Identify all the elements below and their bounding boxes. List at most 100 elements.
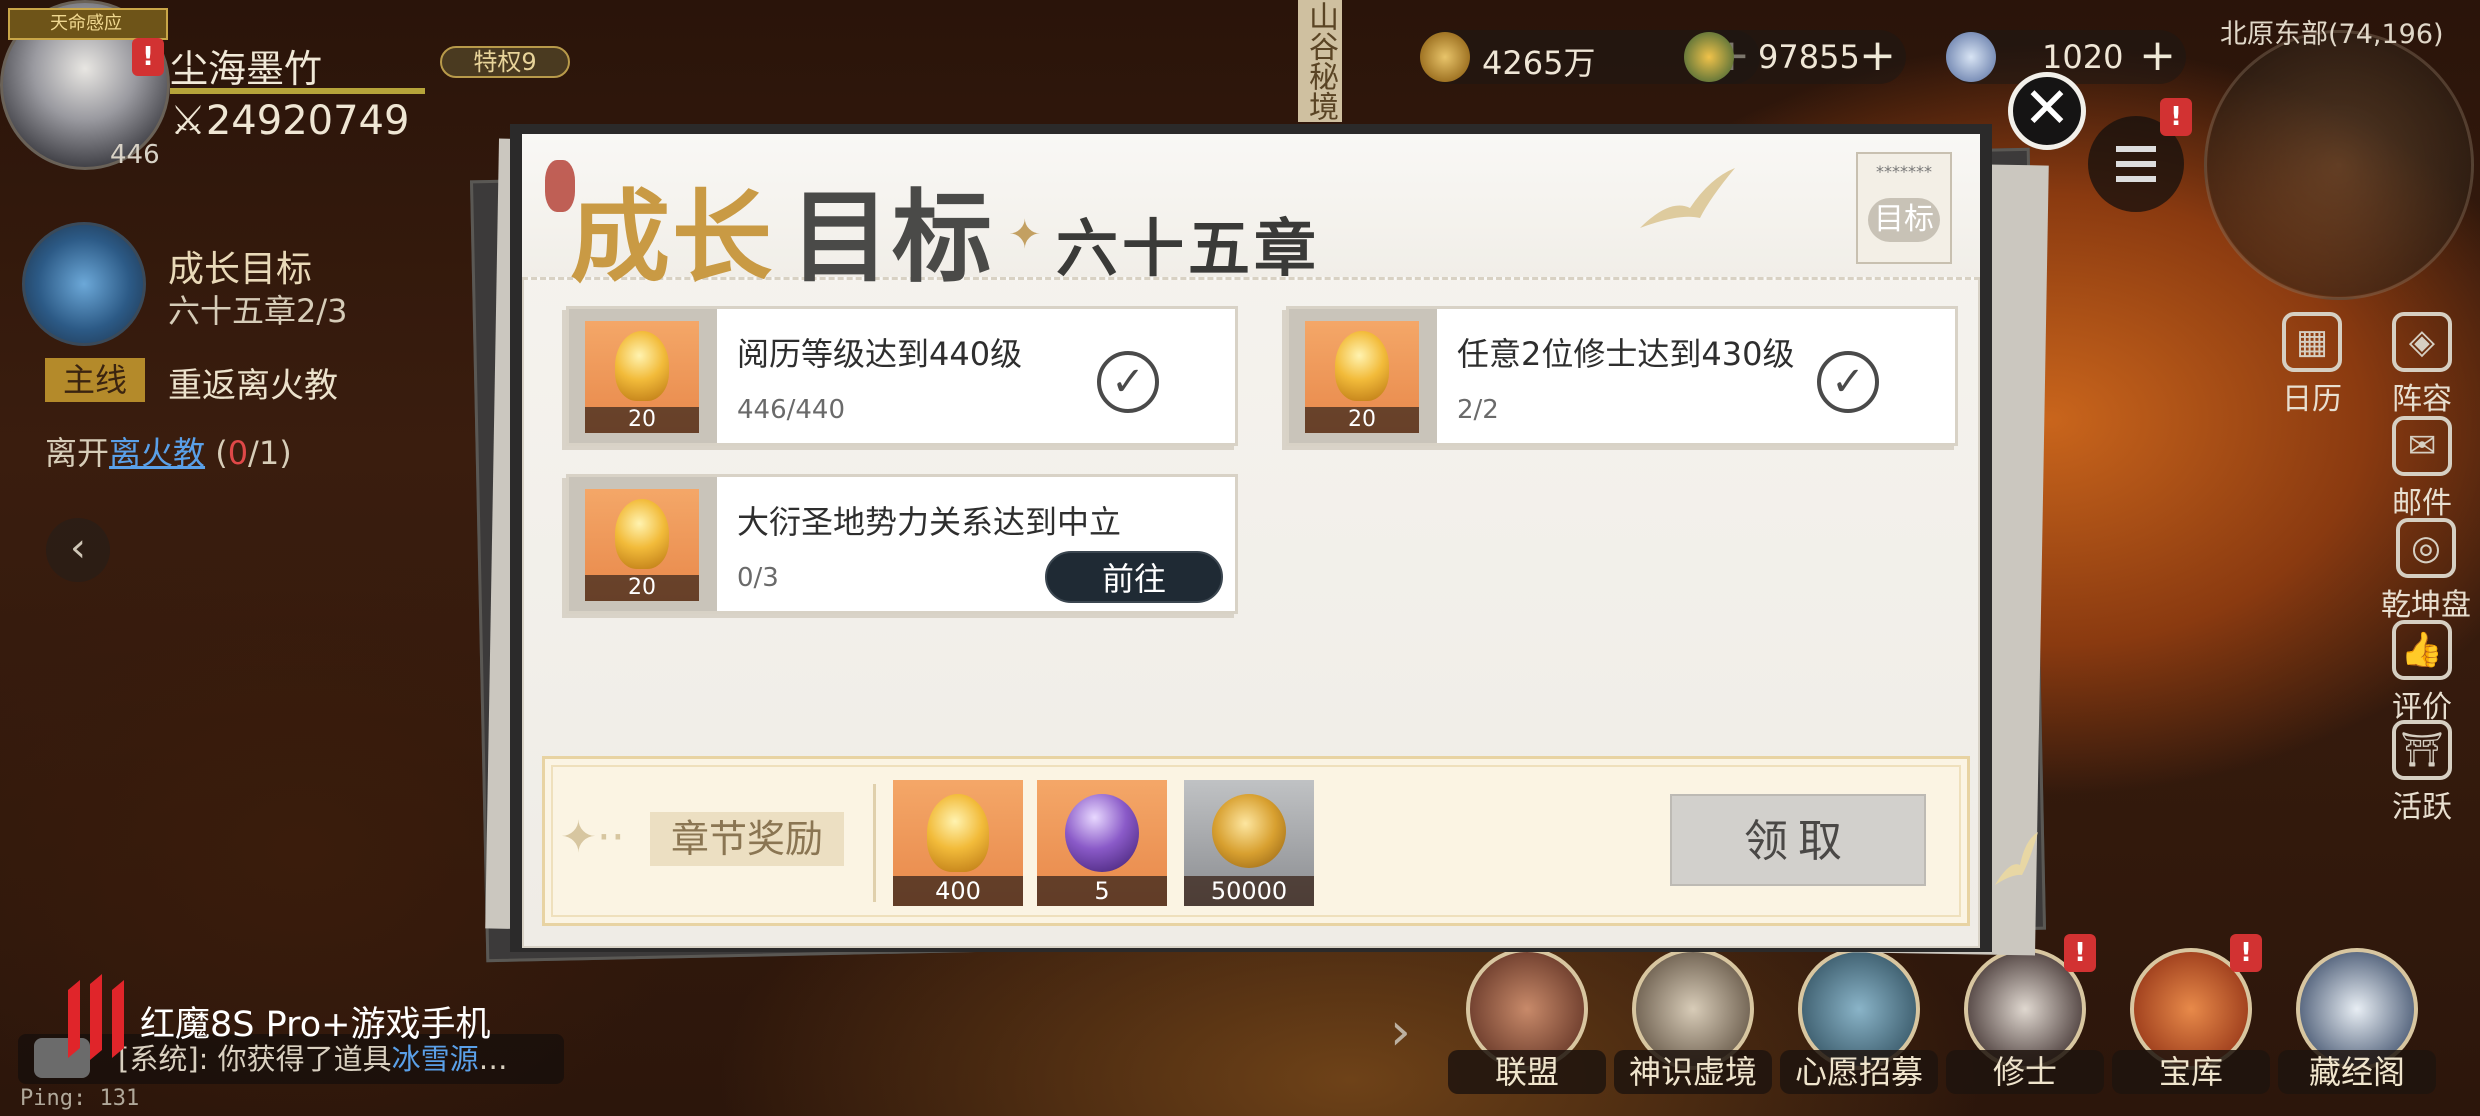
bottom-btn-label: 宝库 — [2112, 1050, 2270, 1094]
bottom-btn-wish-recruit[interactable]: 心愿招募 — [1780, 948, 1938, 1094]
side-btn-label: 阵容 — [2392, 382, 2452, 417]
objective-count-rest: /1) — [248, 434, 292, 472]
golden-bird-icon — [1995, 832, 2038, 885]
objective-prefix: 离开 — [45, 434, 110, 472]
privilege-badge[interactable]: 特权9 — [440, 46, 570, 78]
sparkle-icon: ✦ — [1008, 212, 1042, 258]
chat-ellipsis: … — [478, 1042, 508, 1076]
task-reward-item[interactable]: 20 — [1305, 321, 1419, 433]
task-progress: 2/2 — [1457, 395, 1499, 425]
side-btn-mail[interactable]: ✉ 邮件 — [2372, 416, 2472, 522]
golden-feather-icon — [615, 499, 669, 569]
reward-qty: 20 — [1305, 407, 1419, 433]
formation-icon: ◈ — [2392, 312, 2452, 372]
side-btn-label: 乾坤盘 — [2381, 588, 2471, 623]
avatar-alert-badge: ! — [132, 38, 164, 76]
cultivator-alert-badge: ! — [2064, 934, 2096, 972]
chapter-reward-item[interactable]: 5 — [1037, 780, 1167, 906]
stamp-stars: ******* — [1876, 162, 1932, 181]
modal-chapter-title: 六十五章 — [1056, 212, 1321, 285]
chapter-reward-label: 章节奖励 — [650, 812, 844, 866]
side-btn-universe-pouch[interactable]: ◎ 乾坤盘 — [2372, 518, 2480, 624]
bottom-btn-alliance[interactable]: 联盟 — [1448, 948, 1606, 1094]
task-card: 20 阅历等级达到440级 446/440 ✓ — [566, 306, 1238, 446]
purple-egg-icon — [1065, 794, 1139, 872]
claim-button[interactable]: 领取 — [1670, 794, 1926, 886]
quest-tracker-title[interactable]: 成长目标 — [168, 240, 312, 292]
chapter-reward-item[interactable]: 400 — [893, 780, 1023, 906]
quest-scroll-icon[interactable] — [22, 222, 146, 346]
task-card: 20 大衍圣地势力关系达到中立 0/3 前往 — [566, 474, 1238, 614]
side-btn-label: 活跃 — [2392, 790, 2452, 825]
location-sign: 山谷秘境 — [1298, 0, 1342, 122]
pagoda-icon: ⛩ — [2392, 720, 2452, 780]
bottom-btn-cultivator[interactable]: 修士 ! — [1946, 934, 2104, 1094]
main-quest-text[interactable]: 重返离火教 — [168, 358, 338, 407]
name-underline — [170, 88, 425, 94]
checkmark-icon: ✓ — [1097, 351, 1159, 413]
side-btn-rate[interactable]: 👍 评价 — [2372, 620, 2472, 726]
bottom-btn-scripture-pavilion[interactable]: 藏经阁 — [2278, 948, 2436, 1094]
spirit-stone-icon — [1684, 32, 1734, 82]
reward-qty: 400 — [893, 876, 1023, 906]
thumbs-up-icon: 👍 — [2392, 620, 2452, 680]
spirit-stone-value: 97855 — [1758, 38, 1860, 76]
side-btn-formation[interactable]: ◈ 阵容 — [2372, 312, 2472, 418]
add-crystal-button[interactable]: + — [2139, 32, 2176, 80]
main-quest-tag: 主线 — [45, 358, 145, 402]
hamburger-icon — [2116, 146, 2156, 182]
swords-icon: ⚔ — [170, 98, 206, 144]
task-name: 大衍圣地势力关系达到中立 — [737, 503, 1122, 541]
task-reward-item[interactable]: 20 — [585, 489, 699, 601]
task-name: 任意2位修士达到430级 — [1457, 335, 1795, 373]
side-btn-activity[interactable]: ⛩ 活跃 — [2372, 720, 2472, 826]
gold-coin-icon — [1212, 794, 1286, 868]
bottom-btn-treasury[interactable]: 宝库 ! — [2112, 934, 2270, 1094]
goal-stamp: ******* 目标 — [1856, 152, 1952, 264]
reward-qty: 50000 — [1184, 876, 1314, 906]
task-reward-frame: 20 — [569, 309, 717, 443]
side-btn-label: 邮件 — [2392, 486, 2452, 521]
task-reward-item[interactable]: 20 — [585, 321, 699, 433]
fate-badge[interactable]: 天命感应 — [8, 8, 168, 40]
reward-qty: 20 — [585, 407, 699, 433]
crystal-value: 1020 — [2042, 38, 2124, 76]
chapter-reward-item[interactable]: 50000 — [1184, 780, 1314, 906]
bottom-btn-label: 心愿招募 — [1780, 1050, 1938, 1094]
bottom-btn-label: 藏经阁 — [2278, 1050, 2436, 1094]
side-btn-calendar[interactable]: ▦ 日历 — [2262, 312, 2362, 418]
quest-objective[interactable]: 离开离火教 (0/1) — [45, 428, 292, 474]
player-level: 446 — [110, 140, 160, 170]
objective-location-link[interactable]: 离火教 — [109, 434, 205, 472]
spirit-stone-currency: 97855 + — [1684, 30, 1906, 84]
bottom-btn-label: 修士 — [1946, 1050, 2104, 1094]
bottom-btn-label: 神识虚境 — [1614, 1050, 1772, 1094]
sparkle-icon: ✦·· — [560, 812, 625, 863]
player-name: 尘海墨竹 — [170, 47, 323, 91]
bottom-btn-divine-sense[interactable]: 神识虚境 — [1614, 948, 1772, 1094]
swallow-icon — [1640, 168, 1735, 228]
close-button[interactable]: ✕ — [2008, 72, 2086, 150]
bottom-btn-label: 联盟 — [1448, 1050, 1606, 1094]
reward-qty: 5 — [1037, 876, 1167, 906]
copper-coin-icon — [1420, 32, 1470, 82]
task-progress: 0/3 — [737, 563, 779, 593]
chevron-right-icon[interactable]: › — [1390, 1002, 1411, 1062]
stamp-label: 目标 — [1868, 198, 1940, 242]
goto-button[interactable]: 前往 — [1045, 551, 1223, 603]
golden-feather-icon — [927, 794, 989, 872]
add-spirit-stone-button[interactable]: + — [1859, 32, 1896, 80]
task-progress: 446/440 — [737, 395, 846, 425]
mail-icon: ✉ — [2392, 416, 2452, 476]
reward-qty: 20 — [585, 575, 699, 601]
red-magic-logo-icon — [68, 974, 124, 1060]
golden-feather-icon — [615, 331, 669, 401]
chat-message: [系统]: 你获得了道具 — [118, 1042, 392, 1076]
crystal-icon — [1946, 32, 1996, 82]
checkmark-icon: ✓ — [1817, 351, 1879, 413]
minimap[interactable] — [2204, 30, 2474, 300]
collapse-arrow-icon[interactable]: ‹ — [46, 518, 110, 582]
chat-item-link[interactable]: 冰雪源 — [392, 1042, 479, 1076]
quest-tracker-progress[interactable]: 六十五章2/3 — [168, 286, 348, 332]
menu-alert-badge: ! — [2160, 98, 2192, 136]
